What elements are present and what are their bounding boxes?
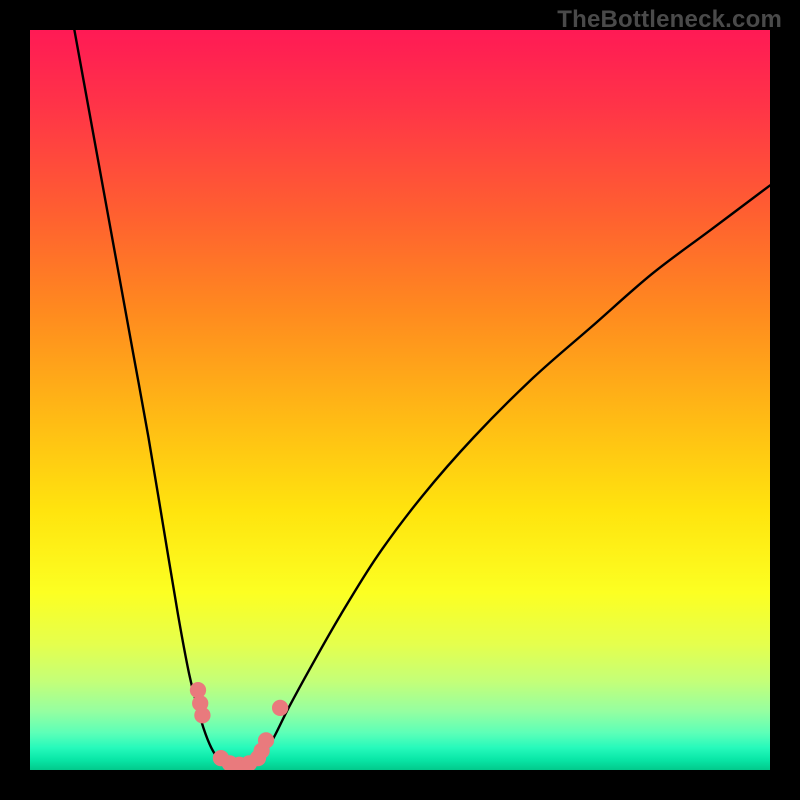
marker-point [258, 732, 274, 748]
plot-area [30, 30, 770, 770]
curve-svg [30, 30, 770, 770]
marker-point [194, 707, 210, 723]
markers-group [190, 682, 288, 770]
series-left-branch [74, 30, 226, 764]
chart-stage: TheBottleneck.com [0, 0, 800, 800]
series-right-branch [256, 185, 770, 764]
watermark-text: TheBottleneck.com [557, 6, 782, 34]
series-group [74, 30, 770, 768]
marker-point [272, 700, 288, 716]
